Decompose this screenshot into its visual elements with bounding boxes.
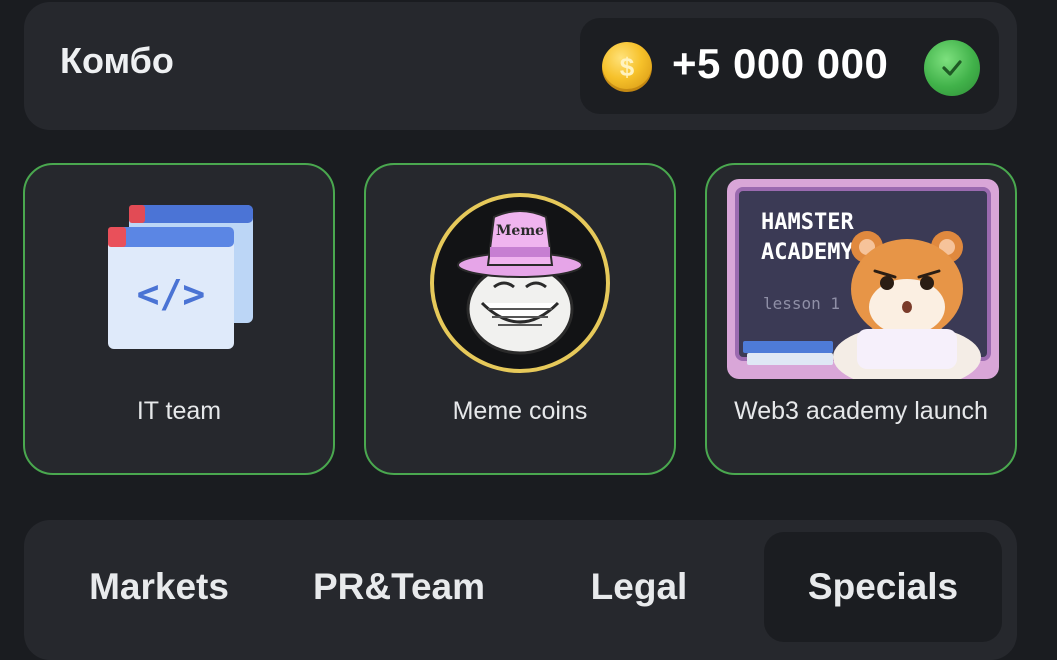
tab-legal[interactable]: Legal xyxy=(534,532,744,642)
check-icon xyxy=(924,40,980,96)
tab-specials[interactable]: Specials xyxy=(764,532,1002,642)
card-label: Web3 academy launch xyxy=(734,397,988,425)
combo-card-web3-academy[interactable]: HAMSTER ACADEMY lesson 1 Web3 academy la… xyxy=(705,163,1017,475)
card-label: IT team xyxy=(136,397,222,425)
coin-icon: $ xyxy=(602,42,652,92)
board-title-1: HAMSTER xyxy=(761,210,854,235)
svg-text:</>: </> xyxy=(137,272,206,316)
board-subtitle: lesson 1 xyxy=(763,294,840,313)
category-tabs: Markets PR&Team Legal Specials xyxy=(24,520,1017,660)
hat-text: Meme xyxy=(496,223,544,239)
hamster-academy-image: HAMSTER ACADEMY lesson 1 xyxy=(727,179,999,389)
reward-amount: +5 000 000 xyxy=(672,40,889,87)
code-window-icon: </> xyxy=(105,203,257,358)
meme-hat-icon: Meme xyxy=(428,191,612,380)
card-label: Meme coins xyxy=(452,397,588,425)
board-title-2: ACADEMY xyxy=(761,240,854,265)
combo-card-it-team[interactable]: </> IT team xyxy=(23,163,335,475)
combo-reward: $ +5 000 000 xyxy=(580,18,999,114)
combo-card-meme-coins[interactable]: Meme Meme coins xyxy=(364,163,676,475)
combo-title: Комбо xyxy=(60,40,174,81)
tab-markets[interactable]: Markets xyxy=(54,532,264,642)
combo-bar: Комбо $ +5 000 000 xyxy=(24,2,1017,130)
tab-pr-team[interactable]: PR&Team xyxy=(294,532,504,642)
